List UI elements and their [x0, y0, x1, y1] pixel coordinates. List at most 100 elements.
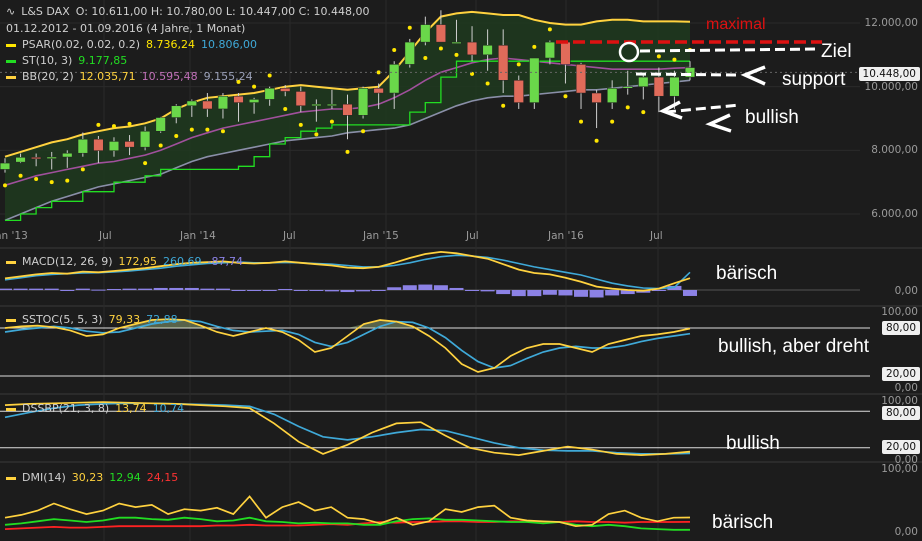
candle-body	[451, 41, 462, 44]
psar-dot	[392, 48, 397, 53]
candle-body	[622, 86, 633, 89]
dssbp-label: DSSBP(21, 3, 8)	[22, 402, 110, 415]
bb-swatch	[6, 75, 16, 79]
y-tick-dmi: 0,00	[894, 526, 918, 538]
dssbp-swatch	[6, 407, 16, 411]
psar-dot	[143, 161, 148, 166]
macd-histogram-bar	[418, 284, 433, 290]
psar-dot	[361, 129, 366, 134]
psar-dot	[329, 119, 334, 124]
y-badge-dssbp-20: 20,00	[881, 440, 920, 454]
macd-histogram-bar	[324, 290, 339, 292]
psar-dot	[314, 132, 319, 137]
candle-body	[560, 41, 571, 65]
macd-histogram-bar	[13, 288, 28, 290]
macd-histogram-bar	[0, 288, 13, 290]
y-tick-main: 12.000,00	[864, 17, 918, 29]
legend-dmi: DMI(14) 30,23 12,94 24,15	[6, 471, 184, 484]
psar-dot	[610, 119, 615, 124]
macd-histogram-bar	[574, 290, 589, 297]
macd-histogram-bar	[449, 287, 464, 290]
macd-histogram-bar	[106, 288, 121, 290]
macd-histogram-bar	[278, 288, 293, 290]
candle-body	[171, 105, 182, 118]
candle-body	[404, 41, 415, 65]
bb-upper-value: 12.035,71	[79, 70, 136, 83]
psar-dot	[267, 73, 272, 78]
psar-dot	[641, 110, 646, 115]
psar-dot	[516, 62, 521, 67]
annotation-dmi: bärisch	[712, 512, 774, 533]
macd-histogram-bar	[605, 290, 620, 296]
sstoc-value2: 72,88	[146, 313, 178, 326]
psar-dot	[672, 57, 677, 62]
macd-histogram-bar	[231, 290, 246, 291]
candle-body	[357, 88, 369, 116]
dmi-label: DMI(14)	[22, 471, 66, 484]
macd-histogram-bar	[309, 290, 324, 291]
candle-body	[46, 156, 57, 159]
candle-body	[264, 88, 275, 100]
psar-dot	[438, 46, 443, 51]
last-price-badge: 10.448,00	[858, 67, 920, 81]
psar-value1: 8.736,24	[146, 38, 196, 51]
x-tick: Jul	[283, 230, 296, 242]
y-badge-sstoc-80: 80,00	[881, 321, 920, 335]
psar-dot	[158, 143, 163, 148]
psar-dot	[205, 127, 210, 132]
macd-histogram-bar	[247, 290, 262, 291]
x-tick: Jan '16	[548, 230, 584, 242]
y-tick-main: 8.000,00	[871, 144, 918, 156]
macd-histogram-bar	[511, 290, 526, 297]
osc-main-line	[4, 318, 691, 373]
logo-icon: ∿	[6, 5, 16, 18]
legend-sstoc: SSTOC(5, 5, 3) 79,33 72,88	[6, 313, 184, 326]
y-tick-main: 6.000,00	[871, 208, 918, 220]
macd-histogram-bar	[200, 288, 215, 290]
annotation-ziel: Ziel	[821, 41, 852, 62]
candle-body	[498, 45, 509, 81]
candle-body	[529, 57, 540, 103]
candle-body	[482, 45, 493, 56]
y-tick-sstoc: 100,00	[881, 306, 918, 318]
candle-body	[638, 76, 649, 87]
candle-body	[108, 141, 120, 151]
x-tick: Jul	[650, 230, 663, 242]
psar-dot	[594, 138, 599, 143]
psar-dot	[111, 124, 116, 129]
candle-body	[155, 117, 166, 132]
x-tick: Jul	[466, 230, 479, 242]
psar-dot	[49, 180, 54, 185]
candle-body	[93, 138, 104, 151]
macd-value3: -87,74	[207, 255, 244, 268]
candle-body	[280, 88, 291, 92]
candle-body	[373, 88, 384, 94]
psar-dot	[96, 122, 101, 127]
macd-histogram-bar	[169, 287, 184, 290]
macd-histogram-bar	[433, 285, 448, 290]
macd-value2: 260,69	[163, 255, 202, 268]
annotation-bullish-main: bullish	[745, 107, 799, 128]
annotation-support: support	[782, 69, 846, 90]
psar-dot	[3, 183, 7, 188]
psar-dot	[501, 103, 506, 108]
instrument-name: L&S DAX	[21, 5, 70, 18]
macd-histogram-bar	[496, 290, 511, 295]
psar-dot	[80, 167, 85, 172]
candle-body	[420, 24, 431, 43]
psar-dot	[345, 149, 350, 154]
psar-label: PSAR(0.02, 0.02, 0.2)	[22, 38, 141, 51]
y-tick-main: 10.000,00	[864, 81, 918, 93]
candle-body	[140, 130, 151, 148]
macd-swatch	[6, 260, 16, 264]
bullish-arrow-icon	[705, 113, 732, 133]
macd-value1: 172,95	[118, 255, 158, 268]
macd-histogram-bar	[682, 290, 698, 296]
macd-histogram-bar	[153, 287, 168, 290]
bb-lower-value: 9.155,24	[203, 70, 253, 83]
psar-dot	[407, 25, 412, 30]
dmi-minus-value: 24,15	[146, 471, 179, 484]
macd-histogram-bar	[356, 290, 371, 292]
psar-dot	[65, 178, 70, 183]
date-range-text: 01.12.2012 - 01.09.2016 (4 Jahre, 1 Mona…	[6, 22, 246, 35]
